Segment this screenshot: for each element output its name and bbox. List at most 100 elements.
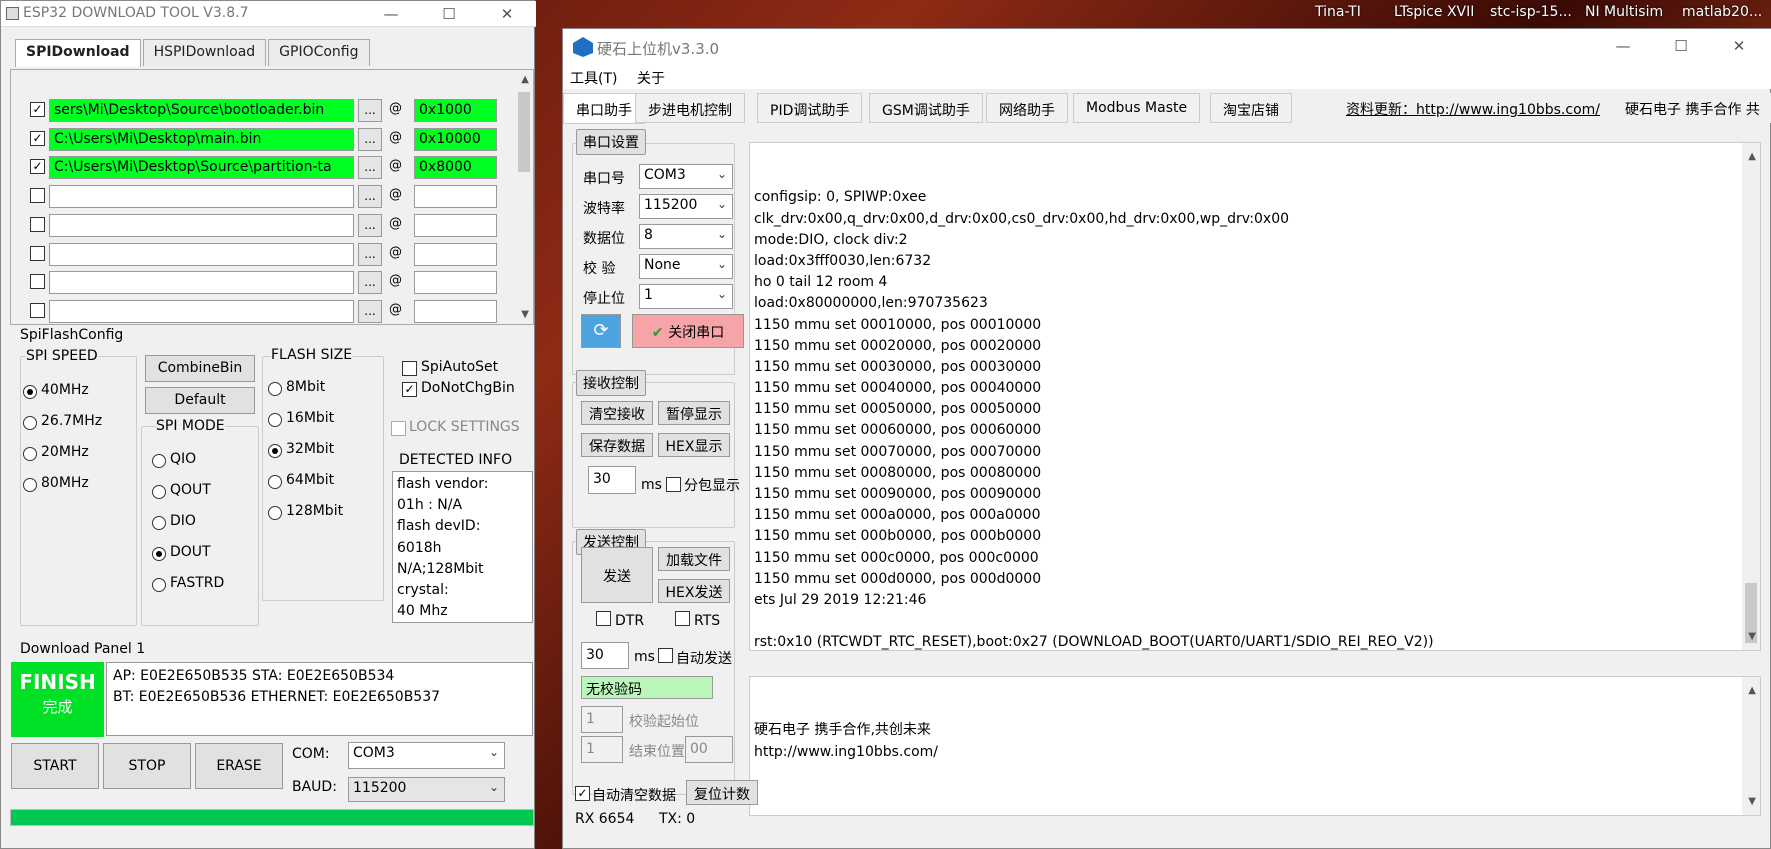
minimize-icon[interactable]: —: [371, 3, 411, 25]
tab-serial-assistant[interactable]: 串口助手: [563, 93, 645, 124]
receive-interval-input[interactable]: 30: [588, 466, 636, 494]
scroll-up-icon[interactable]: ▲: [1748, 146, 1756, 167]
browse-button[interactable]: ...: [358, 271, 382, 295]
file-enable-checkbox[interactable]: ✓: [30, 102, 45, 117]
erase-button[interactable]: ERASE: [195, 743, 283, 789]
file-path-input[interactable]: [49, 185, 354, 209]
file-enable-checkbox[interactable]: ✓: [30, 130, 45, 146]
file-enable-checkbox[interactable]: [30, 188, 45, 204]
tab-pid[interactable]: PID调试助手: [757, 93, 863, 123]
start-button[interactable]: START: [11, 743, 99, 789]
refresh-icon[interactable]: ⟳: [581, 314, 621, 348]
flash-size-radio[interactable]: [268, 506, 282, 520]
flash-size-radio[interactable]: [268, 444, 282, 458]
browse-button[interactable]: ...: [358, 213, 382, 237]
desktop-icon-multisim[interactable]: NI Multisim: [1585, 4, 1663, 20]
file-address-input[interactable]: [414, 271, 497, 295]
file-path-input[interactable]: sers\Mi\Desktop\Source\bootloader.bin: [49, 99, 354, 122]
browse-button[interactable]: ...: [358, 127, 382, 151]
tab-gsm[interactable]: GSM调试助手: [869, 93, 983, 123]
desktop-icon-ltspice[interactable]: LTspice XVII: [1394, 4, 1474, 20]
flash-size-radio[interactable]: [268, 413, 282, 427]
tab-stepper[interactable]: 步进电机控制: [635, 93, 745, 123]
donotchgbin-checkbox[interactable]: ✓: [402, 382, 417, 397]
spi-speed-radio[interactable]: [23, 478, 37, 492]
tab-taobao[interactable]: 淘宝店铺: [1210, 93, 1292, 123]
spi-mode-radio[interactable]: [152, 454, 166, 468]
send-area[interactable]: 硬石电子 携手合作,共创未来 http://www.ing10bbs.com/ ▲…: [749, 676, 1761, 816]
split-display-checkbox[interactable]: [666, 477, 681, 492]
minimize-icon[interactable]: —: [1603, 35, 1643, 57]
spi-speed-radio[interactable]: [23, 385, 37, 399]
rts-checkbox[interactable]: [675, 611, 690, 626]
pause-display-button[interactable]: 暂停显示: [658, 401, 730, 425]
hex-display-button[interactable]: HEX显示: [658, 433, 730, 457]
stop-button[interactable]: STOP: [103, 743, 191, 789]
check-end-input[interactable]: 1: [581, 736, 623, 763]
spi-mode-radio[interactable]: [152, 516, 166, 530]
spi-mode-radio[interactable]: [152, 547, 166, 561]
file-address-input[interactable]: 0x8000: [414, 156, 497, 180]
file-enable-checkbox[interactable]: ✓: [30, 159, 45, 175]
close-port-button[interactable]: ✔ 关闭串口: [632, 314, 744, 348]
load-file-button[interactable]: 加载文件: [658, 547, 730, 571]
file-path-input[interactable]: [49, 299, 354, 323]
file-path-input[interactable]: C:\Users\Mi\Desktop\Source\partition-ta: [49, 156, 354, 180]
file-path-input[interactable]: C:\Users\Mi\Desktop\main.bin: [49, 127, 354, 151]
scroll-down-icon[interactable]: ▼: [1748, 626, 1756, 647]
file-address-input[interactable]: [414, 242, 497, 266]
tab-spidownload[interactable]: SPIDownload: [15, 39, 141, 67]
parity-select[interactable]: None ⌄: [639, 254, 733, 279]
send-button[interactable]: 发送: [581, 547, 653, 603]
desktop-icon-stc[interactable]: stc-isp-15...: [1490, 4, 1572, 20]
maximize-icon[interactable]: ☐: [429, 3, 469, 25]
check-mode-select[interactable]: 无校验码: [581, 676, 713, 699]
file-path-input[interactable]: [49, 271, 354, 295]
tab-modbus[interactable]: Modbus Maste: [1073, 93, 1201, 123]
tab-gpioconfig[interactable]: GPIOConfig: [268, 39, 370, 66]
reset-count-button[interactable]: 复位计数: [686, 780, 758, 805]
file-address-input[interactable]: 0x10000: [414, 127, 497, 151]
close-icon[interactable]: ✕: [487, 3, 527, 25]
spi-speed-radio[interactable]: [23, 447, 37, 461]
scroll-thumb[interactable]: [518, 92, 530, 172]
dtr-checkbox[interactable]: [596, 611, 611, 626]
maximize-icon[interactable]: ☐: [1661, 35, 1701, 57]
file-path-input[interactable]: [49, 242, 354, 266]
tab-network[interactable]: 网络助手: [986, 93, 1068, 123]
baud-select[interactable]: 115200 ⌄: [639, 194, 733, 219]
port-select[interactable]: COM3 ⌄: [639, 164, 733, 189]
file-enable-checkbox[interactable]: [30, 245, 45, 261]
spiautoset-checkbox[interactable]: [402, 361, 417, 376]
browse-button[interactable]: ...: [358, 185, 382, 209]
default-button[interactable]: Default: [145, 387, 255, 414]
browse-button[interactable]: ...: [358, 99, 382, 122]
scroll-up-icon[interactable]: ▲: [521, 74, 529, 85]
file-path-input[interactable]: [49, 213, 354, 237]
save-data-button[interactable]: 保存数据: [581, 433, 653, 457]
file-address-input[interactable]: 0x1000: [414, 99, 497, 122]
flash-size-radio[interactable]: [268, 475, 282, 489]
file-enable-checkbox[interactable]: [30, 216, 45, 232]
check-end-value[interactable]: 00: [685, 736, 733, 763]
check-start-input[interactable]: 1: [581, 706, 623, 733]
hex-send-button[interactable]: HEX发送: [658, 579, 730, 603]
desktop-icon-matlab[interactable]: matlab20...: [1682, 4, 1762, 20]
browse-button[interactable]: ...: [358, 242, 382, 266]
desktop-icon-tina[interactable]: Tina-TI: [1315, 4, 1361, 20]
scroll-up-icon[interactable]: ▲: [1748, 680, 1756, 701]
receive-area[interactable]: configsip: 0, SPIWP:0xee clk_drv:0x00,q_d…: [749, 142, 1761, 651]
send-scrollbar[interactable]: ▲ ▼: [1742, 677, 1760, 815]
receive-scrollbar[interactable]: ▲ ▼: [1742, 143, 1760, 650]
menu-about[interactable]: 关于: [637, 68, 665, 88]
menu-tools[interactable]: 工具(T): [570, 68, 617, 88]
combinebin-button[interactable]: CombineBin: [145, 355, 255, 382]
scroll-down-icon[interactable]: ▼: [1748, 791, 1756, 812]
tab-hspidownload[interactable]: HSPIDownload: [142, 39, 267, 66]
spi-mode-radio[interactable]: [152, 485, 166, 499]
auto-send-checkbox[interactable]: [658, 648, 673, 663]
file-address-input[interactable]: [414, 299, 497, 323]
spi-mode-radio[interactable]: [152, 578, 166, 592]
baud-select[interactable]: 115200 ⌄: [348, 777, 505, 802]
scroll-down-icon[interactable]: ▼: [521, 309, 529, 320]
